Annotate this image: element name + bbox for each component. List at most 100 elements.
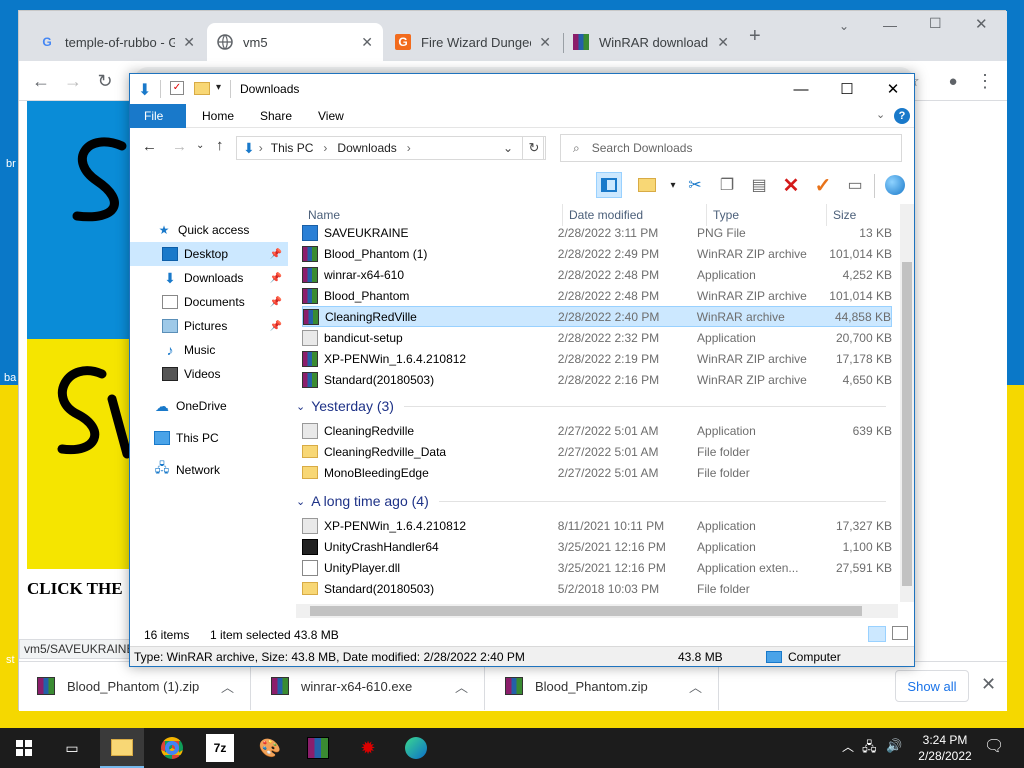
minimize-icon[interactable]: —	[778, 74, 824, 104]
forward-icon[interactable]: →	[61, 69, 85, 93]
volume-icon[interactable]: 🔊	[886, 738, 902, 754]
refresh-icon[interactable]: ↻	[522, 136, 546, 160]
nav-pictures[interactable]: Pictures 📌	[130, 314, 288, 338]
file-explorer-taskbar-icon[interactable]	[100, 728, 144, 768]
nav-documents[interactable]: Documents 📌	[130, 290, 288, 314]
file-row[interactable]: Standard(20180503) 5/2/2018 10:03 PM File …	[302, 578, 892, 599]
file-row[interactable]: Standard(20180503) 2/28/2022 2:16 PM WinRA…	[302, 369, 892, 390]
winrar-taskbar-icon[interactable]	[304, 734, 332, 762]
close-icon[interactable]: ✕	[361, 34, 373, 51]
folder-options-icon[interactable]	[634, 172, 660, 198]
chevron-down-icon[interactable]: ⌄	[876, 108, 885, 121]
up-icon[interactable]: ↑	[216, 137, 224, 154]
maximize-icon[interactable]: ☐	[929, 15, 942, 32]
tab-file[interactable]: File	[130, 104, 186, 128]
7zip-taskbar-icon[interactable]: 7z	[206, 734, 234, 762]
tab-fire-wizard[interactable]: G Fire Wizard Dungeon ✕	[385, 23, 561, 61]
file-row[interactable]: XP-PENWin_1.6.4.210812 8/11/2021 10:11 PM…	[302, 515, 892, 536]
file-row[interactable]: CleaningRedville_Data 2/27/2022 5:01 AM Fi…	[302, 441, 892, 462]
menu-icon[interactable]: ⋮	[973, 69, 997, 93]
reload-icon[interactable]: ↻	[93, 69, 117, 93]
file-row[interactable]: SAVEUKRAINE 2/28/2022 3:11 PM PNG File 13 K…	[302, 222, 892, 243]
quick-access-dropdown-icon[interactable]: ▾	[216, 82, 221, 93]
properties-icon[interactable]: ✓	[170, 81, 184, 95]
column-date-modified[interactable]: Date modified	[569, 208, 643, 222]
close-icon[interactable]: ✕	[975, 15, 988, 33]
help-icon[interactable]: ?	[894, 108, 910, 124]
tab-vm5[interactable]: vm5 ✕	[207, 23, 383, 61]
file-row[interactable]: UnityCrashHandler64 3/25/2021 12:16 PM App…	[302, 536, 892, 557]
clock[interactable]: 3:24 PM 2/28/2022	[910, 732, 980, 764]
desktop-icon-label[interactable]: ba	[4, 372, 16, 384]
column-name[interactable]: Name	[308, 208, 340, 222]
windows-start-icon[interactable]	[10, 734, 38, 762]
profile-icon[interactable]: ●	[941, 69, 965, 93]
nav-music[interactable]: ♪ Music	[130, 338, 288, 362]
file-row[interactable]: Blood_Phantom (1) 2/28/2022 2:49 PM WinRAR…	[302, 243, 892, 264]
tab-view[interactable]: View	[304, 104, 358, 128]
notification-icon[interactable]: 🗨	[984, 736, 1004, 756]
chevron-down-icon[interactable]: ⌄	[196, 140, 204, 151]
file-row[interactable]: XP-PENWin_1.6.4.210812 2/28/2022 2:19 PM W…	[302, 348, 892, 369]
rename-icon[interactable]: ▭	[842, 172, 868, 198]
column-type[interactable]: Type	[713, 208, 739, 222]
pin-icon[interactable]: 📌	[270, 297, 282, 308]
nav-quick-access[interactable]: ★ Quick access	[130, 218, 288, 242]
close-icon[interactable]: ✕	[981, 674, 996, 695]
file-row[interactable]: UnityPlayer.dll 3/25/2021 12:16 PM Applica…	[302, 557, 892, 578]
nav-network[interactable]: 🖧 Network	[130, 458, 288, 482]
edge-taskbar-icon[interactable]	[402, 734, 430, 762]
task-view-icon[interactable]: ▭	[58, 734, 86, 762]
chevron-up-icon[interactable]: ︿	[221, 677, 234, 696]
file-row[interactable]: winrar-x64-610 2/28/2022 2:48 PM Applicati…	[302, 264, 892, 285]
paste-icon[interactable]: ▤	[746, 172, 772, 198]
column-size[interactable]: Size	[833, 208, 856, 222]
network-icon[interactable]: 🖧	[862, 738, 877, 760]
desktop-icon-label[interactable]: br	[6, 158, 16, 170]
large-icons-view-icon[interactable]	[892, 626, 908, 640]
minimize-icon[interactable]: —	[883, 17, 897, 33]
globe-icon[interactable]	[882, 172, 908, 198]
group-header-long-ago[interactable]: ⌄ A long time ago (4)	[296, 489, 886, 513]
app-taskbar-icon[interactable]: ✹	[354, 734, 382, 762]
maximize-icon[interactable]: ☐	[824, 74, 870, 104]
chevron-up-icon[interactable]: ︿	[689, 677, 702, 696]
close-icon[interactable]: ✕	[539, 34, 551, 51]
tab-share[interactable]: Share	[246, 104, 306, 128]
breadcrumb-downloads[interactable]: Downloads	[337, 141, 396, 155]
nav-downloads[interactable]: ⬇ Downloads 📌	[130, 266, 288, 290]
forward-icon[interactable]: →	[172, 138, 187, 155]
paint-taskbar-icon[interactable]: 🎨	[256, 734, 284, 762]
download-item[interactable]: Blood_Phantom (1).zip ︿	[19, 662, 251, 710]
tab-temple-of-rubbo[interactable]: G temple-of-rubbo - G ✕	[29, 23, 205, 61]
file-row[interactable]: MonoBleedingEdge 2/27/2022 5:01 AM File fo…	[302, 462, 892, 483]
chevron-down-icon[interactable]: ⌄	[839, 19, 849, 33]
preview-pane-icon[interactable]	[596, 172, 622, 198]
cut-icon[interactable]: ✂	[682, 172, 708, 198]
pin-icon[interactable]: 📌	[270, 321, 282, 332]
copy-icon[interactable]: ❐	[714, 172, 740, 198]
new-tab-button[interactable]: +	[749, 25, 761, 48]
back-icon[interactable]: ←	[29, 69, 53, 93]
pin-icon[interactable]: 📌	[270, 249, 282, 260]
chevron-up-icon[interactable]: ︿	[842, 738, 854, 755]
file-row[interactable]: CleaningRedVille 2/28/2022 2:40 PM WinRAR …	[302, 306, 892, 327]
tab-winrar[interactable]: WinRAR download fr ✕	[563, 23, 739, 61]
chrome-taskbar-icon[interactable]	[158, 734, 186, 762]
search-box[interactable]: ⌕ Search Downloads	[560, 134, 902, 162]
file-row[interactable]: Blood_Phantom 2/28/2022 2:48 PM WinRAR ZIP…	[302, 285, 892, 306]
pin-icon[interactable]: 📌	[270, 273, 282, 284]
nav-videos[interactable]: Videos	[130, 362, 288, 386]
download-item[interactable]: Blood_Phantom.zip ︿	[487, 662, 719, 710]
group-header-yesterday[interactable]: ⌄ Yesterday (3)	[296, 394, 886, 418]
nav-desktop[interactable]: Desktop 📌	[130, 242, 288, 266]
close-icon[interactable]: ✕	[717, 34, 729, 51]
desktop-icon-label[interactable]: st	[6, 654, 15, 666]
file-row[interactable]: CleaningRedville 2/27/2022 5:01 AM Applica…	[302, 420, 892, 441]
address-bar[interactable]: ⬇ › This PC › Downloads › ⌄	[236, 136, 544, 160]
show-all-button[interactable]: Show all	[895, 670, 969, 702]
download-item[interactable]: winrar-x64-610.exe ︿	[253, 662, 485, 710]
folder-icon[interactable]	[194, 82, 210, 95]
horizontal-scroll-thumb[interactable]	[310, 606, 862, 616]
file-row[interactable]: bandicut-setup 2/28/2022 2:32 PM Applicati…	[302, 327, 892, 348]
